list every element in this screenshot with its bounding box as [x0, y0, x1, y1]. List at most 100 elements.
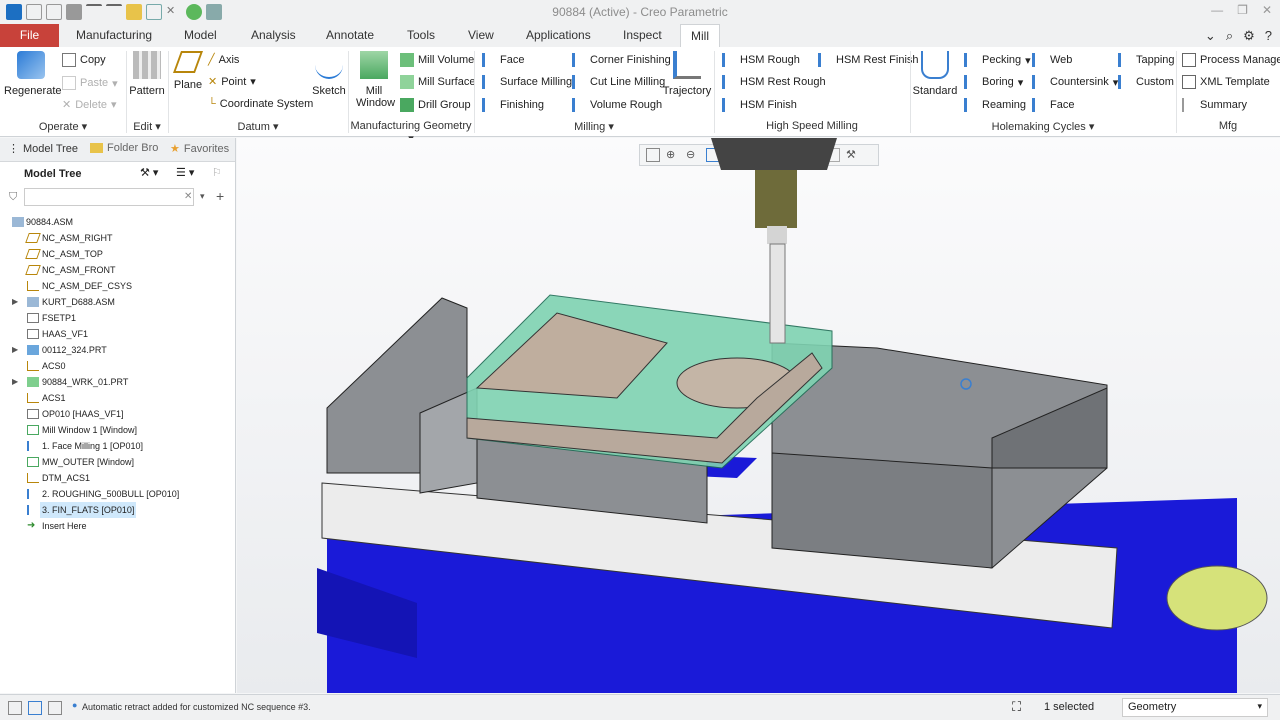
- tree-row[interactable]: 90884.ASM: [0, 214, 236, 230]
- paste-button[interactable]: Paste ▾: [62, 76, 118, 90]
- filter-funnel-icon[interactable]: ⛉: [9, 191, 17, 204]
- graphics-viewport[interactable]: ⊕ ⊖ ✕ ⚒: [237, 138, 1280, 693]
- tab-file[interactable]: File: [0, 24, 59, 47]
- volume-rough-icon: [572, 98, 586, 112]
- boring-button[interactable]: Boring ▾: [964, 75, 1023, 89]
- tab-folder-browser[interactable]: Folder Bro: [90, 142, 158, 154]
- volume-rough-button[interactable]: Volume Rough: [572, 98, 662, 112]
- tree-row[interactable]: ACS1: [0, 390, 236, 406]
- plane-button[interactable]: Plane: [170, 51, 206, 91]
- xml-template-button[interactable]: XML Template: [1182, 75, 1270, 89]
- tree-row[interactable]: MW_OUTER [Window]: [0, 454, 236, 470]
- tree-row[interactable]: NC_ASM_FRONT: [0, 262, 236, 278]
- group-edit-label[interactable]: Edit ▾: [126, 120, 168, 133]
- delete-button[interactable]: ✕ Delete ▾: [62, 98, 117, 112]
- browser-toggle-icon[interactable]: [28, 701, 42, 715]
- help-icon[interactable]: ?: [1265, 28, 1272, 44]
- tab-view[interactable]: View: [458, 24, 504, 47]
- hsm-rest-rough-button[interactable]: HSM Rest Rough: [722, 75, 826, 89]
- clear-search-icon[interactable]: ✕: [184, 191, 192, 202]
- process-manager-button[interactable]: Process Manager: [1182, 53, 1280, 67]
- mill-window-button[interactable]: Mill Window: [352, 51, 396, 109]
- add-icon[interactable]: +: [216, 188, 224, 204]
- tree-row[interactable]: 2. ROUGHING_500BULL [OP010]: [0, 486, 236, 502]
- tree-columns-icon[interactable]: ☰ ▾: [176, 166, 194, 179]
- group-milling-label[interactable]: Milling ▾: [474, 120, 714, 133]
- regenerate-button[interactable]: Regenerate: [4, 51, 62, 97]
- tree-search-input[interactable]: [24, 188, 194, 206]
- tree-row[interactable]: ▶ KURT_D688.ASM: [0, 294, 236, 310]
- finishing-button[interactable]: Finishing: [482, 98, 544, 112]
- web-button[interactable]: Web: [1032, 53, 1072, 67]
- hsm-rest-finish-button[interactable]: HSM Rest Finish: [818, 53, 919, 67]
- selection-filter-dropdown[interactable]: Geometry ▾: [1122, 698, 1268, 717]
- tree-row[interactable]: 1. Face Milling 1 [OP010]: [0, 438, 236, 454]
- tab-model[interactable]: Model: [174, 24, 227, 47]
- chevron-down-icon[interactable]: ⌄: [1205, 28, 1216, 44]
- hsm-rough-button[interactable]: HSM Rough: [722, 53, 800, 67]
- maximize-icon[interactable]: ❐: [1237, 3, 1248, 17]
- standard-drill-button[interactable]: Standard: [912, 51, 958, 97]
- pattern-button[interactable]: Pattern: [128, 51, 166, 97]
- tab-annotate[interactable]: Annotate: [316, 24, 384, 47]
- point-button[interactable]: ✕ Point ▾: [208, 75, 256, 89]
- hsm-finish-button[interactable]: HSM Finish: [722, 98, 797, 112]
- layout-toggle-icon[interactable]: [8, 701, 22, 715]
- group-holemaking-label[interactable]: Holemaking Cycles ▾: [910, 120, 1176, 133]
- tab-inspect[interactable]: Inspect: [613, 24, 672, 47]
- search-dropdown-icon[interactable]: ▾: [200, 191, 205, 202]
- minimize-icon[interactable]: —: [1211, 3, 1223, 17]
- close-icon[interactable]: ✕: [1262, 3, 1272, 17]
- tab-mill[interactable]: Mill: [680, 24, 720, 47]
- group-datum-label[interactable]: Datum ▾: [168, 120, 348, 133]
- find-icon[interactable]: ⛶: [1012, 699, 1021, 715]
- tree-row[interactable]: OP010 [HAAS_VF1]: [0, 406, 236, 422]
- tree-row[interactable]: NC_ASM_RIGHT: [0, 230, 236, 246]
- surface-milling-button[interactable]: Surface Milling: [482, 75, 572, 89]
- drill-group-button[interactable]: Drill Group: [400, 98, 471, 112]
- sketch-button[interactable]: Sketch: [312, 51, 346, 97]
- tree-row-selected[interactable]: 3. FIN_FLATS [OP010]: [0, 502, 236, 518]
- corner-finishing-button[interactable]: Corner Finishing: [572, 53, 671, 67]
- settings-icon[interactable]: ⚙: [1243, 28, 1255, 44]
- copy-icon: [62, 53, 76, 67]
- cut-line-milling-button[interactable]: Cut Line Milling: [572, 75, 665, 89]
- tapping-button[interactable]: Tapping: [1118, 53, 1175, 67]
- tab-model-tree[interactable]: ⋮ Model Tree: [8, 142, 78, 156]
- reaming-button[interactable]: Reaming: [964, 98, 1026, 112]
- tree-row[interactable]: ▶ 90884_WRK_01.PRT: [0, 374, 236, 390]
- search-icon[interactable]: ⌕: [1226, 28, 1233, 44]
- summary-button[interactable]: Summary: [1182, 98, 1247, 112]
- surface-milling-icon: [482, 75, 496, 89]
- hole-face-button[interactable]: Face: [1032, 98, 1074, 112]
- tree-row[interactable]: HAAS_VF1: [0, 326, 236, 342]
- tree-row[interactable]: ACS0: [0, 358, 236, 374]
- countersink-button[interactable]: Countersink ▾: [1032, 75, 1118, 89]
- axis-button[interactable]: ╱ Axis: [208, 53, 239, 67]
- tab-applications[interactable]: Applications: [516, 24, 601, 47]
- tree-row[interactable]: Mill Window 1 [Window]: [0, 422, 236, 438]
- mill-volume-button[interactable]: Mill Volume: [400, 53, 474, 67]
- tab-manufacturing[interactable]: Manufacturing: [66, 24, 162, 47]
- pecking-button[interactable]: Pecking ▾: [964, 53, 1031, 67]
- custom-button[interactable]: Custom: [1118, 75, 1174, 89]
- group-operate-label[interactable]: Operate ▾: [0, 120, 126, 133]
- tab-tools[interactable]: Tools: [397, 24, 445, 47]
- tab-analysis[interactable]: Analysis: [241, 24, 306, 47]
- tree-row[interactable]: DTM_ACS1: [0, 470, 236, 486]
- tree-settings-icon[interactable]: ⚒ ▾: [140, 166, 158, 179]
- fullscreen-icon[interactable]: [48, 701, 62, 715]
- mill-window-icon: [27, 457, 39, 467]
- copy-button[interactable]: Copy: [62, 53, 106, 67]
- tree-row[interactable]: NC_ASM_TOP: [0, 246, 236, 262]
- face-milling-button[interactable]: Face: [482, 53, 524, 67]
- tree-filter-icon[interactable]: ⚐: [212, 166, 222, 179]
- tree-row[interactable]: ▶ 00112_324.PRT: [0, 342, 236, 358]
- mill-surface-button[interactable]: Mill Surface: [400, 75, 475, 89]
- csys-button[interactable]: └ Coordinate System: [208, 98, 313, 110]
- tree-row[interactable]: FSETP1: [0, 310, 236, 326]
- trajectory-button[interactable]: Trajectory: [662, 51, 712, 97]
- tree-row-insert-here[interactable]: ➜ Insert Here: [0, 518, 236, 534]
- tab-favorites[interactable]: ★ Favorites: [170, 142, 229, 156]
- tree-row[interactable]: NC_ASM_DEF_CSYS: [0, 278, 236, 294]
